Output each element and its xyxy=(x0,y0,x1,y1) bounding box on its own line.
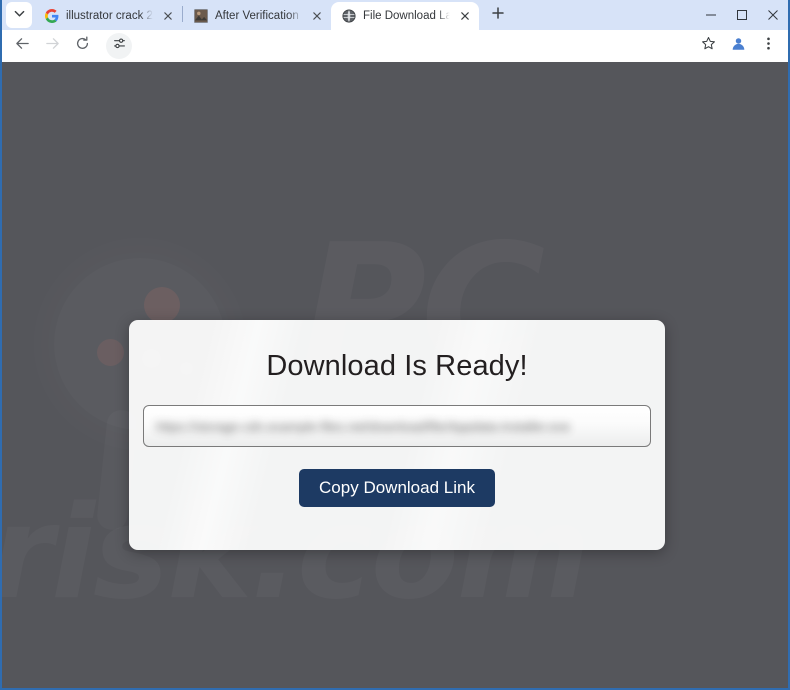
tab-close-button[interactable] xyxy=(457,8,473,24)
page-title: Download Is Ready! xyxy=(266,350,528,382)
download-link-value: https://storage-cdn.example-files.net/do… xyxy=(156,418,571,434)
chevron-down-icon xyxy=(14,6,25,24)
google-icon xyxy=(44,9,59,24)
image-thumbnail-icon xyxy=(193,9,208,24)
tab-search-button[interactable] xyxy=(6,2,32,28)
bookmark-button[interactable] xyxy=(694,32,722,60)
watermark-dot xyxy=(144,287,180,323)
forward-button[interactable] xyxy=(38,32,66,60)
download-link-input[interactable]: https://storage-cdn.example-files.net/do… xyxy=(143,405,651,447)
window-close-button[interactable] xyxy=(757,0,788,29)
window-controls xyxy=(695,0,788,30)
window-maximize-button[interactable] xyxy=(726,0,757,29)
tune-sliders-icon xyxy=(113,37,126,55)
tab-title: File Download Landing Page xyxy=(363,10,450,22)
browser-toolbar xyxy=(2,30,788,62)
tab-illustrator-crack[interactable]: illustrator crack 2025 download xyxy=(34,2,182,30)
tab-file-download-landing-page[interactable]: File Download Landing Page xyxy=(331,2,479,30)
tab-title: After Verification Click & Go to xyxy=(215,10,302,22)
download-ready-card: Download Is Ready! https://storage-cdn.e… xyxy=(129,320,665,550)
back-button[interactable] xyxy=(8,32,36,60)
profile-avatar-icon xyxy=(731,36,746,56)
tab-close-button[interactable] xyxy=(160,8,176,24)
copy-download-link-button[interactable]: Copy Download Link xyxy=(299,469,495,507)
window-minimize-button[interactable] xyxy=(695,0,726,29)
toolbar-actions xyxy=(694,32,782,60)
page-viewport: PC risk.com Download Is Ready! https://s… xyxy=(2,62,788,688)
browser-window: illustrator crack 2025 download After Ve… xyxy=(0,0,790,690)
forward-arrow-icon xyxy=(45,36,60,56)
profile-button[interactable] xyxy=(724,32,752,60)
customize-toolbar-button[interactable] xyxy=(106,33,132,59)
address-bar[interactable] xyxy=(102,33,688,59)
tab-strip: illustrator crack 2025 download After Ve… xyxy=(2,0,788,30)
chrome-menu-button[interactable] xyxy=(754,32,782,60)
new-tab-button[interactable] xyxy=(485,2,511,28)
back-arrow-icon xyxy=(15,36,30,56)
star-icon xyxy=(701,36,716,56)
plus-icon xyxy=(492,6,504,24)
three-dot-menu-icon xyxy=(761,36,776,56)
watermark-dot xyxy=(97,339,124,366)
tab-after-verification[interactable]: After Verification Click & Go to xyxy=(183,2,331,30)
reload-icon xyxy=(75,36,90,56)
reload-button[interactable] xyxy=(68,32,96,60)
globe-icon xyxy=(341,9,356,24)
tab-title: illustrator crack 2025 download xyxy=(66,10,153,22)
tab-close-button[interactable] xyxy=(309,8,325,24)
